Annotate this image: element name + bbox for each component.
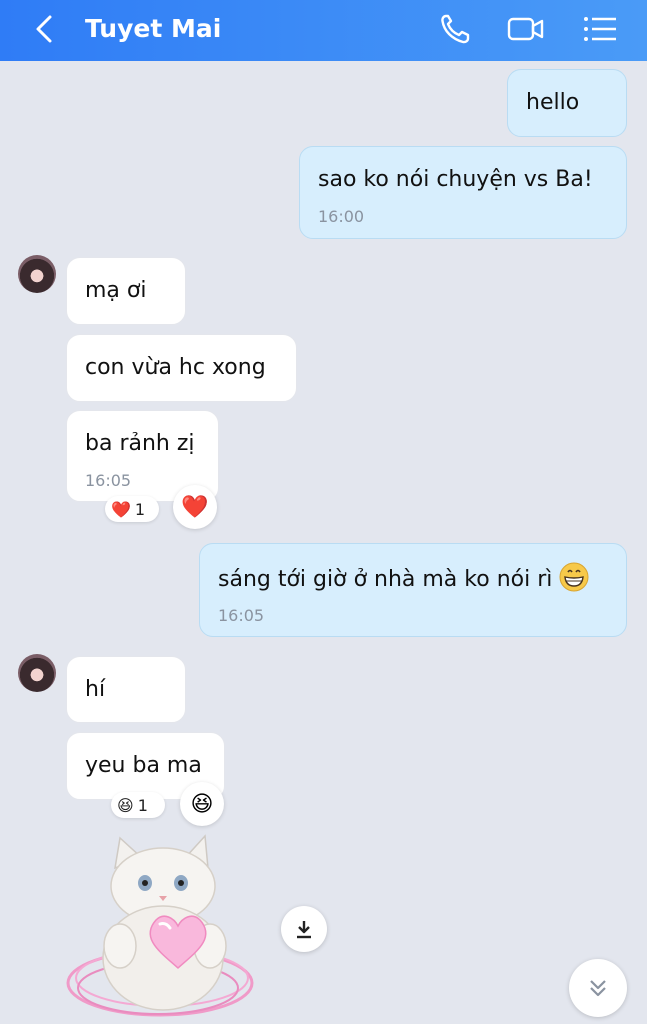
message-text: hello — [526, 90, 580, 115]
double-chevron-down-icon — [590, 980, 606, 997]
list-menu-icon[interactable] — [582, 12, 620, 46]
message-bubble[interactable]: mạ ơi — [66, 257, 186, 325]
message-bubble[interactable]: con vừa hc xong — [66, 334, 297, 402]
message-bubble[interactable]: hello — [507, 69, 627, 137]
message-text: ba rảnh zị — [85, 431, 195, 456]
message-time: 16:05 — [218, 606, 265, 625]
message-bubble[interactable]: sao ko nói chuyện vs Ba! 16:00 — [299, 146, 627, 239]
message-text-body: sáng tới giờ ở nhà mà ko nói rì — [218, 567, 553, 592]
message-bubble[interactable]: hí — [66, 656, 186, 723]
laughing-face-icon: 😆 — [117, 795, 134, 815]
message-text: sáng tới giờ ở nhà mà ko nói rì — [218, 562, 589, 595]
chevron-left-icon[interactable] — [30, 12, 60, 46]
download-icon — [297, 921, 311, 939]
download-button[interactable] — [281, 906, 327, 952]
scroll-to-bottom-button[interactable] — [569, 959, 627, 1017]
message-time: 16:00 — [318, 207, 365, 226]
react-button[interactable]: ❤️ — [173, 485, 217, 529]
phone-icon[interactable] — [437, 12, 475, 46]
message-text: con vừa hc xong — [85, 355, 266, 380]
message-text: yeu ba ma — [85, 753, 202, 778]
react-button[interactable]: 😆 — [180, 782, 224, 826]
message-text: hí — [85, 677, 106, 702]
heart-icon: ❤️ — [111, 499, 131, 519]
message-text: sao ko nói chuyện vs Ba! — [318, 167, 593, 192]
cat-heart-sticker[interactable] — [60, 828, 270, 1024]
laughing-face-icon: 😆 — [190, 791, 214, 817]
contact-name[interactable]: Tuyet Mai — [85, 12, 221, 46]
reaction-summary[interactable]: ❤️ 1 — [105, 496, 159, 522]
contact-avatar[interactable] — [18, 255, 56, 293]
chat-header: Tuyet Mai — [0, 0, 647, 61]
reaction-summary[interactable]: 😆 1 — [111, 792, 165, 818]
message-bubble[interactable]: sáng tới giờ ở nhà mà ko nói rì 16:05 — [199, 543, 627, 637]
message-time: 16:05 — [85, 471, 132, 490]
grinning-face-icon — [559, 562, 589, 592]
heart-icon: ❤️ — [181, 494, 209, 520]
reaction-count: 1 — [134, 499, 146, 519]
message-text: mạ ơi — [85, 278, 147, 303]
video-camera-icon[interactable] — [507, 12, 545, 46]
reaction-count: 1 — [137, 795, 148, 815]
contact-avatar[interactable] — [18, 654, 56, 692]
